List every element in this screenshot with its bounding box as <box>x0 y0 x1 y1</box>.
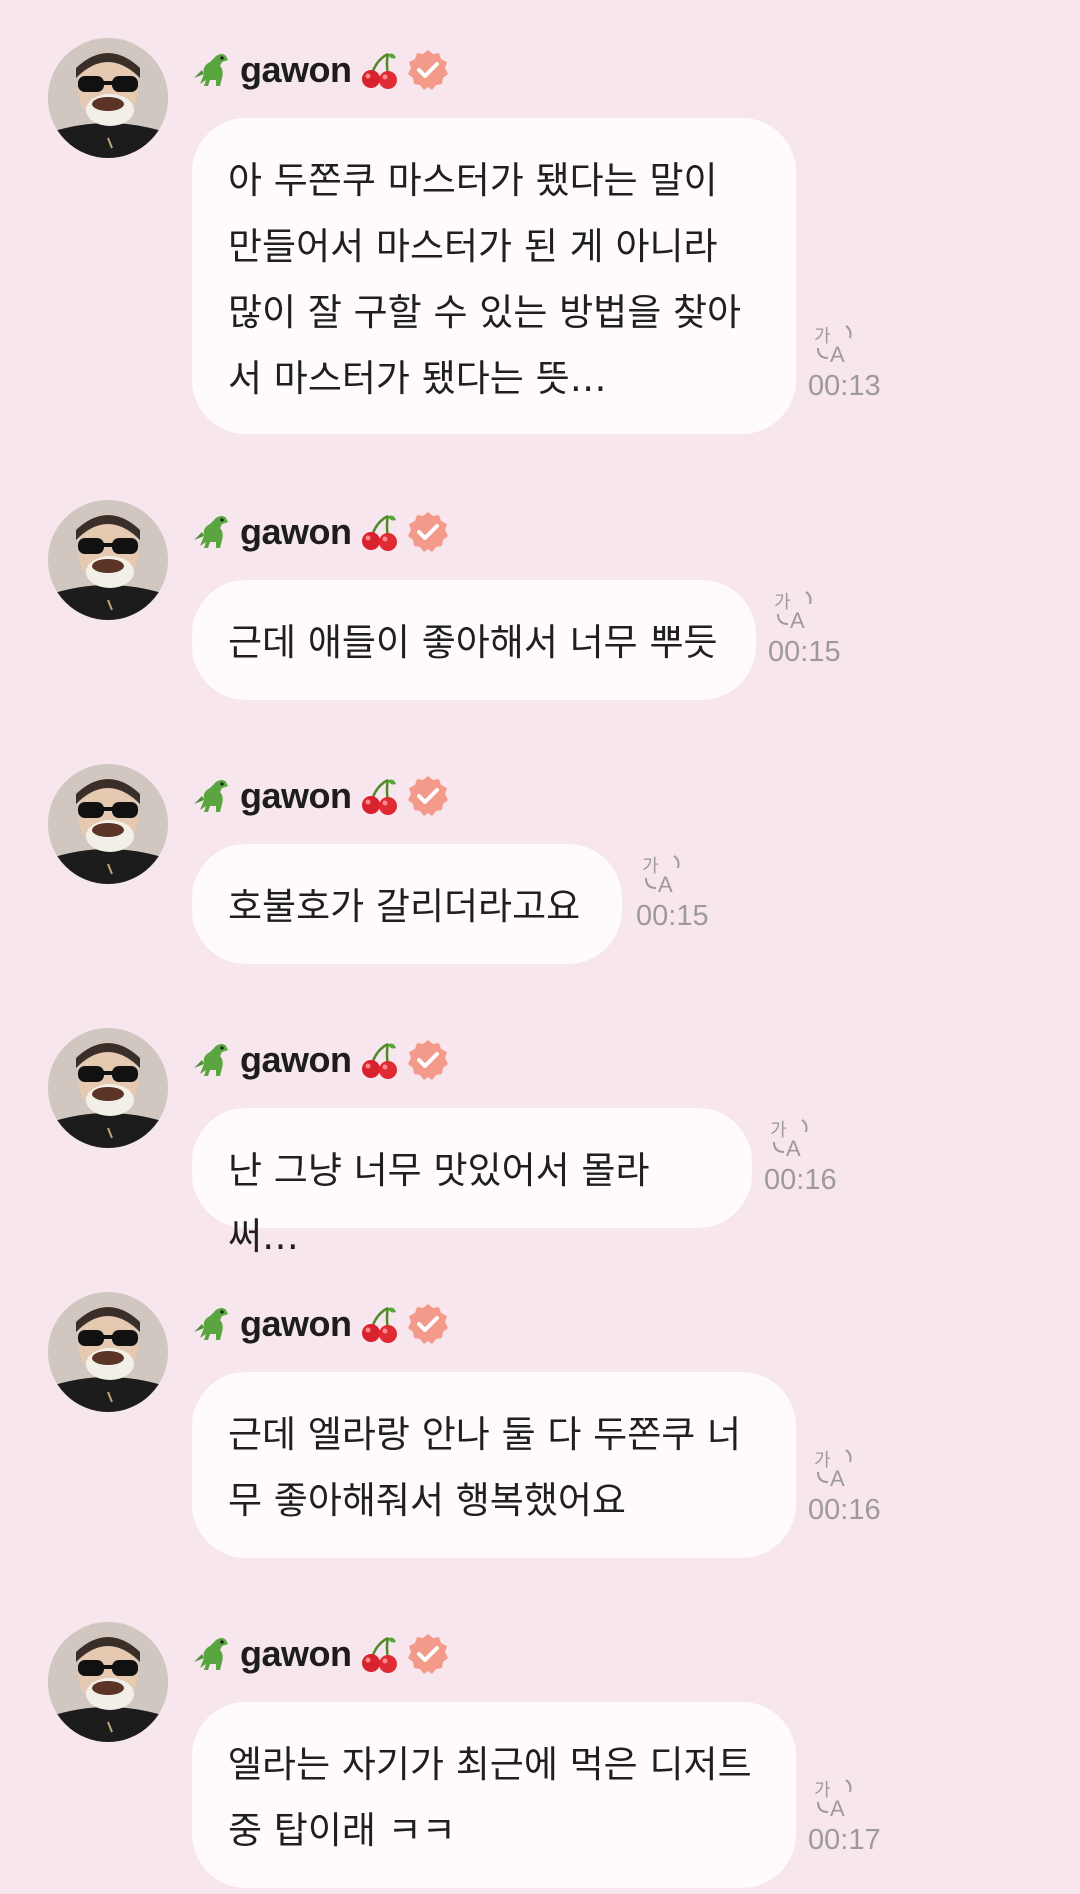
translate-icon[interactable]: 가 A <box>812 1776 856 1821</box>
svg-text:가: 가 <box>814 1780 831 1801</box>
translate-icon[interactable]: 가 A <box>812 1446 856 1491</box>
cherry-icon <box>358 774 402 818</box>
message-meta: 가 A 00:13 <box>808 322 898 403</box>
svg-text:A: A <box>790 608 805 632</box>
username[interactable]: gawon <box>240 775 352 817</box>
username[interactable]: gawon <box>240 1303 352 1345</box>
svg-text:가: 가 <box>814 326 831 347</box>
message-meta: 가 A 00:15 <box>636 852 726 933</box>
username[interactable]: gawon <box>240 49 352 91</box>
cherry-icon <box>358 1038 402 1082</box>
chat-thread: gawon 아 두쫀쿠 마스터가 됐다는 말이 만들어서 마스터가 된 게 아니… <box>0 0 1080 1894</box>
svg-text:가: 가 <box>814 1450 831 1471</box>
dino-icon <box>190 48 234 92</box>
sender-row: gawon <box>190 46 450 94</box>
sender-row: gawon <box>190 508 450 556</box>
avatar[interactable] <box>48 764 168 884</box>
username[interactable]: gawon <box>240 1633 352 1675</box>
message-bubble[interactable]: 근데 엘라랑 안나 둘 다 두쫀쿠 너 무 좋아해줘서 행복했어요 <box>192 1372 796 1558</box>
cherry-icon <box>358 48 402 92</box>
sender-row: gawon <box>190 1630 450 1678</box>
avatar[interactable] <box>48 500 168 620</box>
timestamp: 00:13 <box>808 370 881 402</box>
avatar[interactable] <box>48 1292 168 1412</box>
timestamp: 00:15 <box>636 900 709 932</box>
sender-row: gawon <box>190 772 450 820</box>
message-meta: 가 A 00:15 <box>768 588 858 669</box>
sender-row: gawon <box>190 1036 450 1084</box>
svg-text:가: 가 <box>774 592 791 613</box>
translate-icon[interactable]: 가 A <box>812 322 856 367</box>
message-bubble[interactable]: 난 그냥 너무 맛있어서 몰라써… <box>192 1108 752 1258</box>
verified-icon <box>406 1632 450 1676</box>
dino-icon <box>190 1302 234 1346</box>
svg-text:A: A <box>830 1796 845 1820</box>
dino-icon <box>190 510 234 554</box>
timestamp: 00:16 <box>764 1164 837 1196</box>
translate-icon[interactable]: 가 A <box>772 588 816 633</box>
verified-icon <box>406 1302 450 1346</box>
cherry-icon <box>358 1302 402 1346</box>
dino-icon <box>190 1038 234 1082</box>
sender-row: gawon <box>190 1300 450 1348</box>
username[interactable]: gawon <box>240 1039 352 1081</box>
timestamp: 00:17 <box>808 1824 881 1856</box>
verified-icon <box>406 1038 450 1082</box>
username[interactable]: gawon <box>240 511 352 553</box>
message-bubble[interactable]: 근데 애들이 좋아해서 너무 뿌듯 <box>192 580 756 700</box>
translate-icon[interactable]: 가 A <box>640 852 684 897</box>
cherry-icon <box>358 510 402 554</box>
message-meta: 가 A 00:16 <box>764 1116 854 1197</box>
message-bubble[interactable]: 아 두쫀쿠 마스터가 됐다는 말이 만들어서 마스터가 된 게 아니라 많이 잘… <box>192 118 796 434</box>
timestamp: 00:15 <box>768 636 841 668</box>
verified-icon <box>406 510 450 554</box>
svg-text:A: A <box>830 1466 845 1490</box>
message-bubble[interactable]: 호불호가 갈리더라고요 <box>192 844 622 964</box>
dino-icon <box>190 774 234 818</box>
dino-icon <box>190 1632 234 1676</box>
svg-text:A: A <box>786 1136 801 1160</box>
message-bubble[interactable]: 엘라는 자기가 최근에 먹은 디저트 중 탑이래 ㅋㅋ <box>192 1702 796 1888</box>
message-meta: 가 A 00:17 <box>808 1776 898 1857</box>
message-meta: 가 A 00:16 <box>808 1446 898 1527</box>
svg-text:A: A <box>658 872 673 896</box>
avatar[interactable] <box>48 38 168 158</box>
svg-text:A: A <box>830 342 845 366</box>
translate-icon[interactable]: 가 A <box>768 1116 812 1161</box>
avatar[interactable] <box>48 1028 168 1148</box>
cherry-icon <box>358 1632 402 1676</box>
svg-text:가: 가 <box>770 1120 787 1141</box>
verified-icon <box>406 48 450 92</box>
timestamp: 00:16 <box>808 1494 881 1526</box>
verified-icon <box>406 774 450 818</box>
svg-text:가: 가 <box>642 856 659 877</box>
avatar[interactable] <box>48 1622 168 1742</box>
